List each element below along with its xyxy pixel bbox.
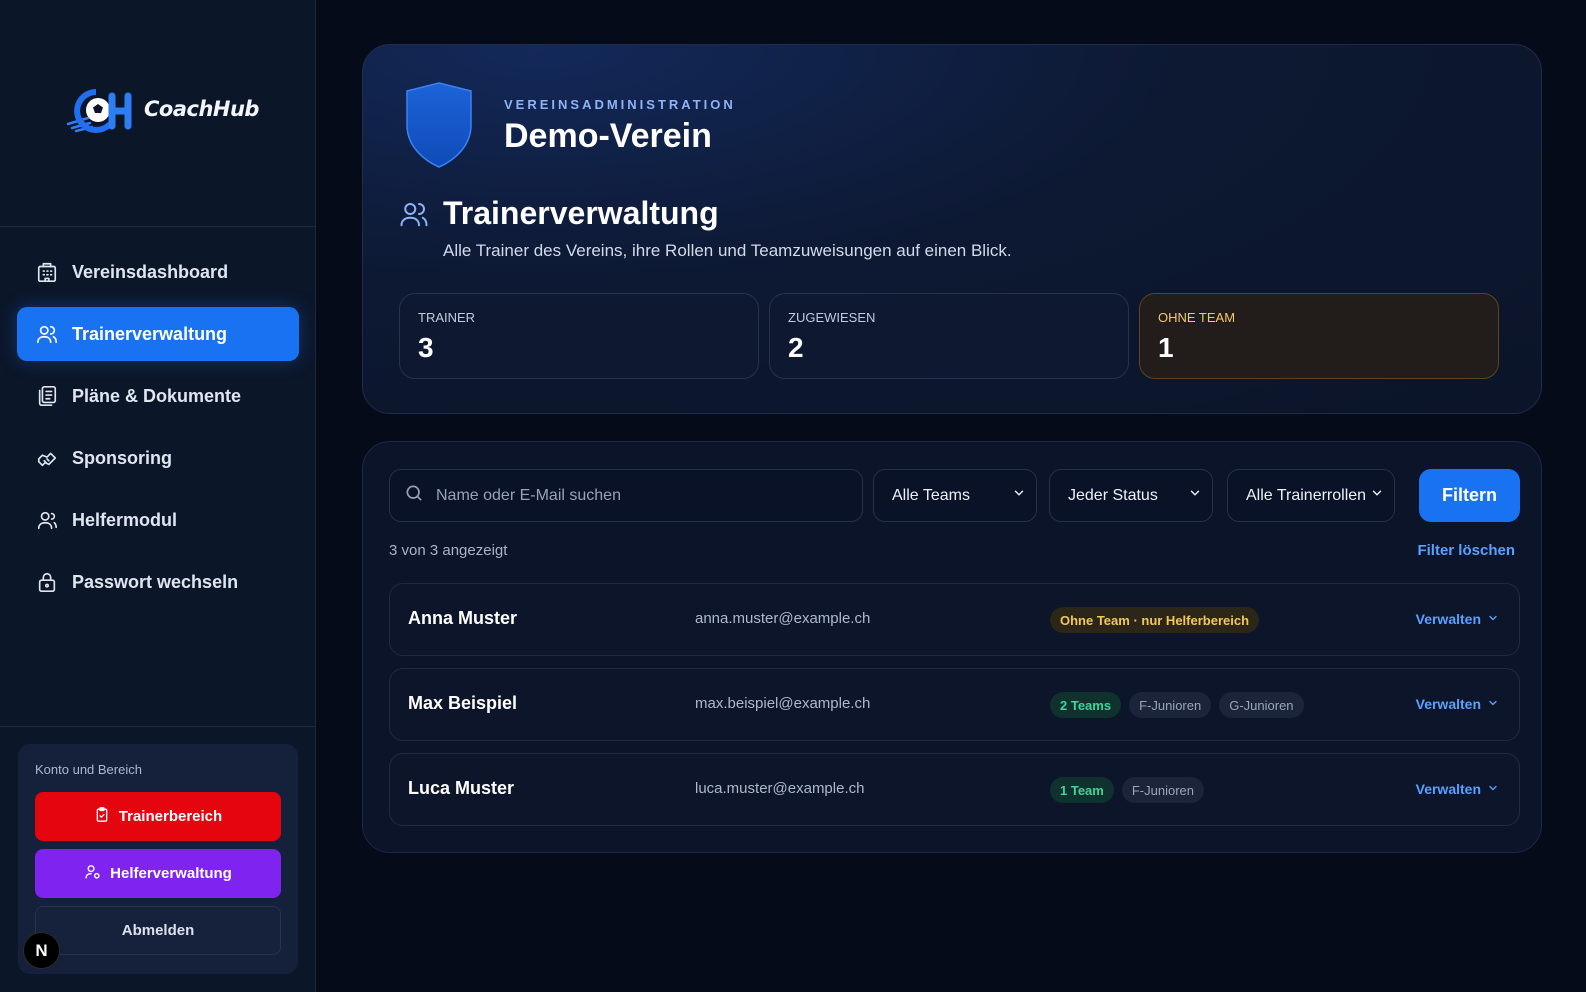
search-field[interactable] (389, 469, 863, 522)
stat-value: 1 (1158, 332, 1174, 363)
chevron-down-icon (1487, 696, 1499, 712)
trainer-email: luca.muster@example.ch (695, 780, 865, 797)
logo[interactable]: CoachHub (66, 84, 259, 134)
trainer-tags: Ohne Team · nur Helferbereich (1050, 607, 1260, 633)
status-select-value: Jeder Status (1068, 486, 1158, 504)
handshake-icon (36, 447, 58, 469)
team-select-value: Alle Teams (892, 486, 970, 504)
sidebar-item-label: Helfermodul (72, 509, 178, 530)
clear-filter-link[interactable]: Filter löschen (1417, 542, 1515, 559)
chevron-down-icon (1370, 486, 1384, 505)
trainer-tags: 2 Teams F-Junioren G-Junioren (1050, 692, 1304, 718)
chevron-down-icon (1487, 611, 1499, 627)
trainer-row: Max Beispiel max.beispiel@example.ch 2 T… (389, 668, 1520, 741)
admin-eyebrow: VEREINSADMINISTRATION (504, 97, 736, 112)
sidebar-nav: Vereinsdashboard Trainerverwaltung Pläne… (17, 245, 299, 617)
sidebar-item-label: Trainerverwaltung (72, 323, 228, 344)
helferverwaltung-label: Helferverwaltung (110, 865, 232, 882)
trainer-name: Luca Muster (408, 778, 515, 798)
team-count-badge: 2 Teams (1050, 692, 1122, 718)
role-select[interactable]: Alle Trainerrollen (1227, 469, 1395, 522)
users-icon (399, 199, 429, 229)
trainer-name: Max Beispiel (408, 693, 518, 713)
sidebar-item-passwort-wechseln[interactable]: Passwort wechseln (17, 555, 299, 609)
club-header-card: VEREINSADMINISTRATION Demo-Verein Traine… (362, 44, 1542, 414)
sidebar-item-label: Vereinsdashboard (72, 261, 229, 282)
manage-dropdown[interactable]: Verwalten (1416, 781, 1499, 797)
sidebar-item-helfermodul[interactable]: Helfermodul (17, 493, 299, 547)
club-name: Demo-Verein (504, 117, 712, 155)
trainerbereich-button[interactable]: Trainerbereich (35, 792, 281, 841)
documents-icon (36, 385, 58, 407)
clipboard-icon (94, 806, 110, 827)
stat-label: ZUGEWIESEN (788, 310, 876, 325)
shield-icon (403, 81, 475, 169)
sidebar-divider (0, 226, 316, 227)
trainer-row: Anna Muster anna.muster@example.ch Ohne … (389, 583, 1520, 656)
trainer-email: max.beispiel@example.ch (695, 695, 871, 712)
sidebar-item-label: Pläne & Dokumente (72, 385, 242, 406)
trainer-list-panel: Alle Teams Jeder Status Alle Trainerroll… (362, 441, 1542, 853)
sidebar-item-plaene-dokumente[interactable]: Pläne & Dokumente (17, 369, 299, 423)
user-settings-icon (84, 863, 101, 884)
status-select[interactable]: Jeder Status (1049, 469, 1213, 522)
stat-label: TRAINER (418, 310, 476, 325)
account-panel-title: Konto und Bereich (35, 762, 142, 777)
abmelden-button[interactable]: Abmelden (35, 906, 281, 955)
stat-card-trainer: TRAINER 3 (399, 293, 759, 379)
team-badge: G-Junioren (1219, 692, 1304, 718)
team-count-badge: 1 Team (1050, 777, 1114, 803)
page-subtitle: Alle Trainer des Vereins, ihre Rollen un… (443, 241, 1012, 260)
user-group-icon (36, 509, 58, 531)
chevron-down-icon (1487, 781, 1499, 797)
filter-button[interactable]: Filtern (1419, 469, 1520, 522)
users-icon (36, 323, 58, 345)
status-badge: Ohne Team · nur Helferbereich (1050, 607, 1260, 633)
search-input[interactable] (436, 486, 846, 505)
sidebar: CoachHub Vereinsdashboard Trainerverwalt… (0, 0, 316, 992)
chevron-down-icon (1188, 486, 1202, 505)
sidebar-item-sponsoring[interactable]: Sponsoring (17, 431, 299, 485)
stat-value: 3 (418, 332, 434, 363)
trainer-tags: 1 Team F-Junioren (1050, 777, 1204, 803)
manage-label: Verwalten (1415, 696, 1481, 712)
result-count: 3 von 3 angezeigt (389, 542, 508, 559)
team-badge: F-Junioren (1129, 692, 1212, 718)
sidebar-item-label: Passwort wechseln (72, 571, 239, 592)
nextjs-dev-badge[interactable]: N (23, 932, 60, 969)
helferverwaltung-button[interactable]: Helferverwaltung (35, 849, 281, 898)
trainerbereich-label: Trainerbereich (118, 808, 223, 825)
sidebar-divider (0, 726, 316, 727)
manage-dropdown[interactable]: Verwalten (1416, 696, 1499, 712)
coachhub-logo-icon (66, 84, 140, 134)
page-title: Trainerverwaltung (443, 195, 719, 231)
team-select[interactable]: Alle Teams (873, 469, 1037, 522)
search-icon (404, 483, 424, 508)
team-badge: F-Junioren (1121, 777, 1204, 803)
lock-icon (36, 571, 58, 593)
chevron-down-icon (1012, 486, 1026, 505)
sidebar-item-trainerverwaltung[interactable]: Trainerverwaltung (17, 307, 299, 361)
manage-label: Verwalten (1415, 611, 1481, 627)
stat-value: 2 (788, 332, 804, 363)
sidebar-item-label: Sponsoring (72, 447, 172, 468)
building-icon (36, 261, 58, 283)
sidebar-item-vereinsdashboard[interactable]: Vereinsdashboard (17, 245, 299, 299)
trainer-name: Anna Muster (408, 608, 518, 628)
manage-dropdown[interactable]: Verwalten (1416, 611, 1499, 627)
stat-label: OHNE TEAM (1158, 310, 1236, 325)
stat-card-ohne-team: OHNE TEAM 1 (1139, 293, 1499, 379)
trainer-row: Luca Muster luca.muster@example.ch 1 Tea… (389, 753, 1520, 826)
trainer-email: anna.muster@example.ch (695, 610, 871, 627)
account-panel: Konto und Bereich Trainerbereich Helferv… (18, 744, 298, 974)
role-select-value: Alle Trainerrollen (1246, 486, 1367, 504)
manage-label: Verwalten (1415, 781, 1481, 797)
stat-card-zugewiesen: ZUGEWIESEN 2 (769, 293, 1129, 379)
logo-text: CoachHub (144, 97, 259, 121)
